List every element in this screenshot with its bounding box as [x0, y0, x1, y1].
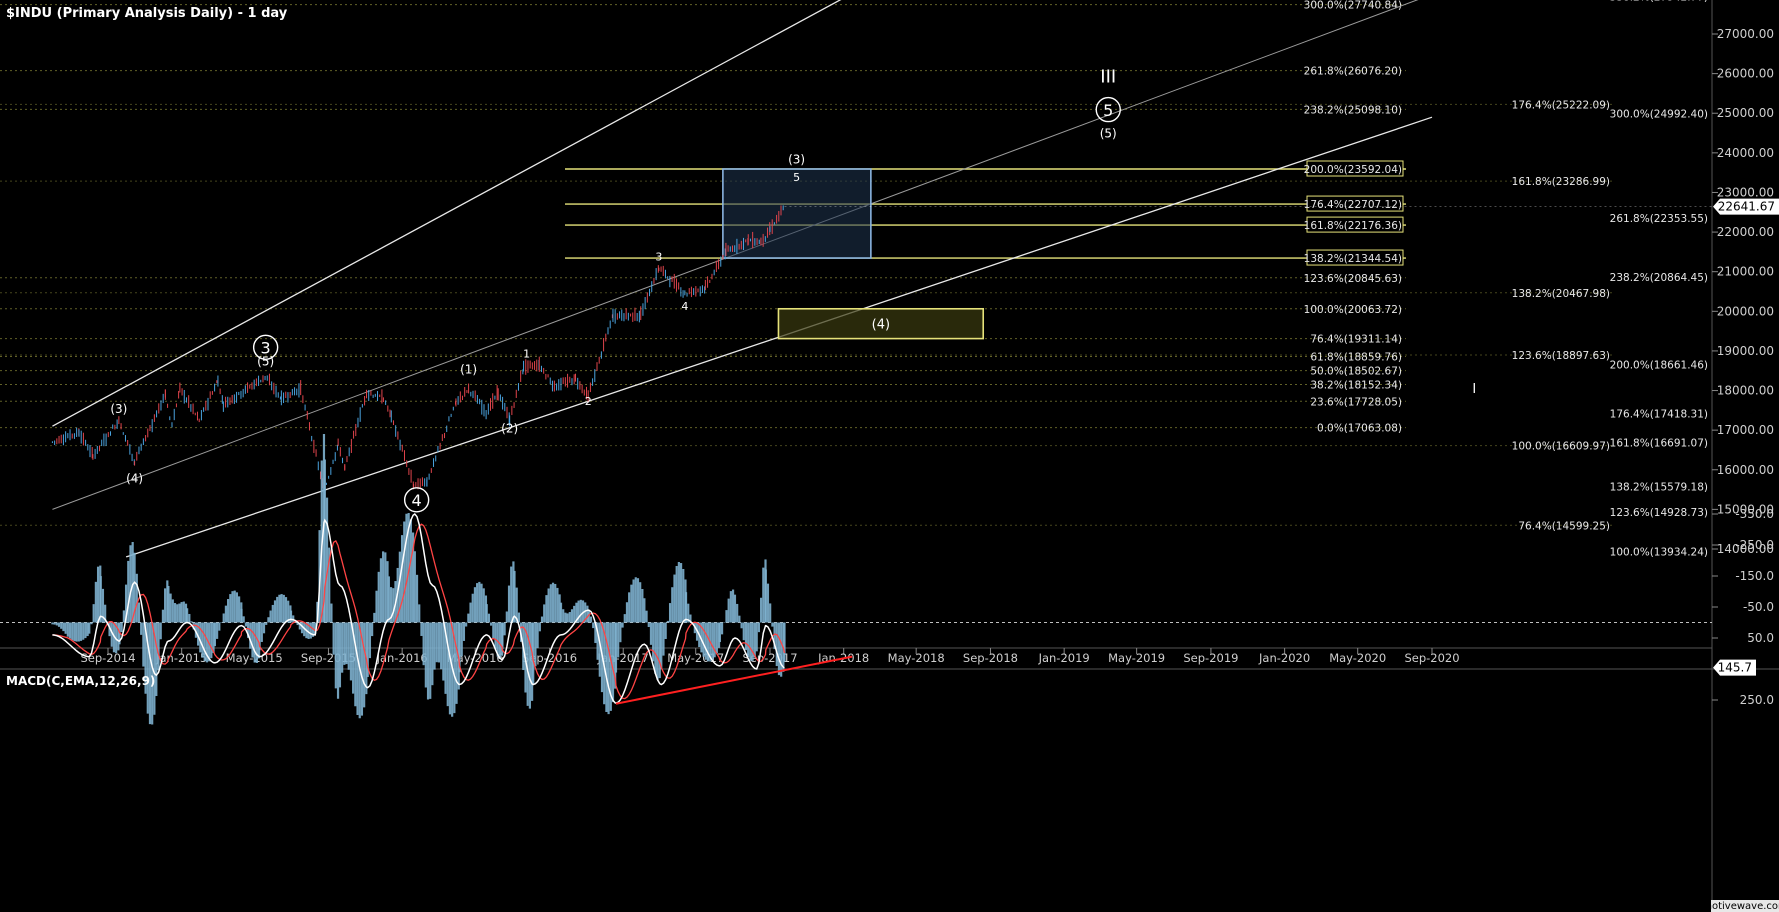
- x-tick-label: Sep-2020: [1404, 651, 1459, 665]
- fib-label-left: 261.8%(26076.20): [1304, 66, 1402, 78]
- y-tick-label: 19000.00: [1717, 344, 1774, 358]
- wave-label: 4: [412, 491, 422, 510]
- fib-label-left: 176.4%(22707.12): [1304, 199, 1402, 211]
- chart-title: $INDU (Primary Analysis Daily) - 1 day: [6, 6, 288, 21]
- wave-label: (4): [126, 471, 143, 485]
- fib-label-right: 238.2%(20864.45): [1610, 272, 1708, 284]
- wave-label: 5: [1103, 101, 1113, 120]
- fib-label-left: 0.0%(17063.08): [1317, 423, 1402, 435]
- fib-label-right: 176.4%(17418.31): [1610, 409, 1708, 421]
- fib-label-right: 123.6%(14928.73): [1610, 507, 1708, 519]
- fib-label-mid: 138.2%(20467.98): [1512, 288, 1610, 300]
- y-tick-label: 27000.00: [1717, 27, 1774, 41]
- macd-value-text: 145.7: [1718, 661, 1752, 675]
- y-tick-label: 20000.00: [1717, 304, 1774, 318]
- wave-label: (5): [257, 354, 274, 368]
- x-tick-label: Jan-2020: [1258, 651, 1310, 665]
- x-tick-label: May-2018: [888, 651, 945, 665]
- fib-label-left: 123.6%(20845.63): [1304, 273, 1402, 285]
- wave-label: (2): [501, 422, 518, 436]
- macd-y-tick-label: -350.0: [1735, 507, 1774, 521]
- wave-label: (1): [460, 362, 477, 376]
- fib-label-left: 300.0%(27740.84): [1304, 0, 1402, 12]
- macd-y-tick-label: -150.0: [1735, 569, 1774, 583]
- fib-label-left: 100.0%(20063.72): [1304, 304, 1402, 316]
- fib-label-right: 200.0%(18661.46): [1610, 359, 1708, 371]
- wave-label: 3: [655, 250, 662, 263]
- price-and-macd-chart: 300.0%(27740.84) 261.8%(26076.20) 238.2%(2…: [0, 0, 1779, 912]
- fib-label-left: 138.2%(21344.54): [1304, 253, 1402, 265]
- macd-y-tick-label: 50.0: [1747, 631, 1774, 645]
- wave-label: (3): [788, 152, 805, 166]
- fib-label-mid: 100.0%(16609.97): [1512, 441, 1610, 453]
- x-tick-label: Sep-2019: [1183, 651, 1238, 665]
- fib-label-mid: 161.8%(23286.99): [1512, 176, 1610, 188]
- x-tick-label: May-2020: [1329, 651, 1386, 665]
- wave-label: III: [1100, 66, 1116, 87]
- y-tick-label: 22000.00: [1717, 225, 1774, 239]
- wave-label: 5: [793, 171, 800, 184]
- fib-label-mid: 76.4%(14599.25): [1518, 520, 1610, 532]
- macd-y-tick-label: -250.0: [1735, 538, 1774, 552]
- fib-label-mid: 176.4%(25222.09): [1512, 99, 1610, 111]
- fib-label-left: 76.4%(19311.14): [1310, 334, 1402, 346]
- fib-label-mid: 123.6%(18897.63): [1512, 350, 1610, 362]
- fib-label-right: 300.0%(24992.40): [1610, 109, 1708, 121]
- fib-label-left: 238.2%(25098.10): [1304, 104, 1402, 116]
- fib-label-left: 200.0%(23592.04): [1304, 164, 1402, 176]
- wave-4-target-label: (4): [872, 318, 890, 333]
- fib-label-right: 338.2%(27942.77): [1610, 0, 1708, 4]
- fib-label-right: 100.0%(13934.24): [1610, 547, 1708, 559]
- brand-watermark: motivewave.com: [1702, 901, 1779, 912]
- y-tick-label: 24000.00: [1717, 146, 1774, 160]
- macd-title: MACD(C,EMA,12,26,9): [6, 674, 155, 688]
- fib-label-left: 50.0%(18502.67): [1310, 366, 1402, 378]
- fib-label-right: 161.8%(16691.07): [1610, 437, 1708, 449]
- macd-y-tick-label: -50.0: [1743, 600, 1774, 614]
- y-tick-label: 16000.00: [1717, 463, 1774, 477]
- macd-y-tick-label: 250.0: [1740, 693, 1774, 707]
- wave-label: I: [1472, 382, 1476, 397]
- last-price-value: 22641.67: [1718, 200, 1775, 214]
- y-tick-label: 17000.00: [1717, 423, 1774, 437]
- wave-label: 2: [585, 395, 592, 408]
- fib-label-right: 261.8%(22353.55): [1610, 213, 1708, 225]
- fib-label-left: 61.8%(18859.76): [1310, 351, 1402, 363]
- wave-label: (5): [1100, 127, 1117, 141]
- wave-label: (3): [110, 402, 127, 416]
- fib-label-right: 138.2%(15579.18): [1610, 481, 1708, 493]
- fib-label-left: 23.6%(17728.05): [1310, 396, 1402, 408]
- macd-value-tag: 145.7: [1713, 659, 1756, 676]
- y-tick-label: 23000.00: [1717, 185, 1774, 199]
- y-tick-label: 25000.00: [1717, 106, 1774, 120]
- fib-label-left: 38.2%(18152.34): [1310, 380, 1402, 392]
- wave-label: 1: [523, 347, 530, 360]
- y-tick-label: 18000.00: [1717, 384, 1774, 398]
- wave-label: 4: [681, 300, 688, 313]
- fib-label-left: 161.8%(22176.36): [1304, 220, 1402, 232]
- y-tick-label: 26000.00: [1717, 67, 1774, 81]
- chart-background: [0, 0, 1779, 912]
- x-tick-label: May-2019: [1108, 651, 1165, 665]
- x-tick-label: Jan-2019: [1038, 651, 1090, 665]
- y-tick-label: 21000.00: [1717, 265, 1774, 279]
- x-tick-label: Sep-2018: [963, 651, 1018, 665]
